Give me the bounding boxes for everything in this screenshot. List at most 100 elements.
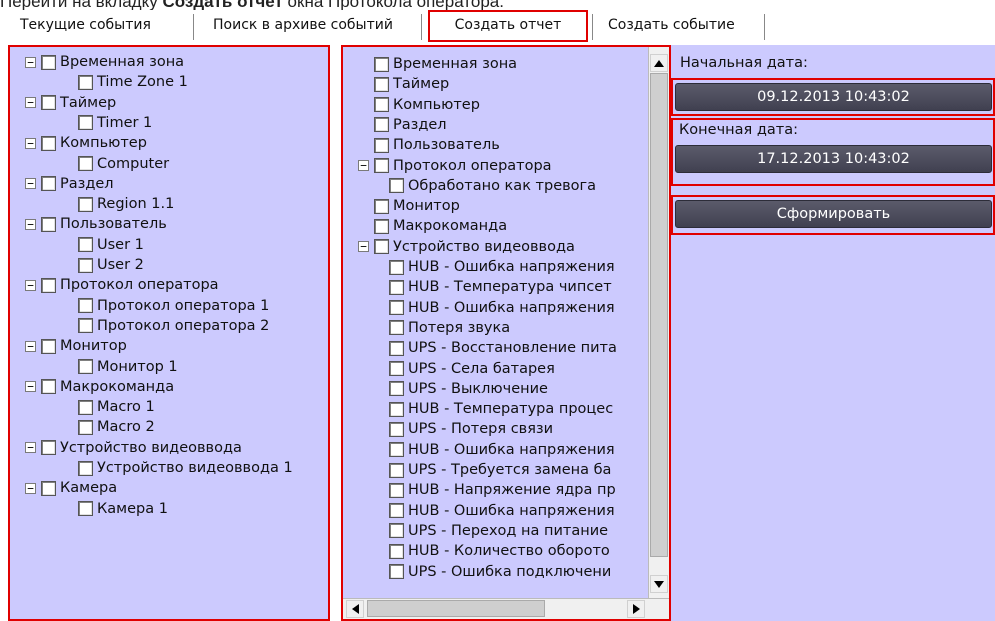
tab-create-report[interactable]: Создать отчет [428,10,588,42]
collapse-icon[interactable]: − [25,218,36,230]
tree-checkbox[interactable] [389,462,404,478]
tree-item[interactable]: Обработано как тревога [389,177,596,195]
tree-checkbox[interactable] [389,279,404,295]
tree-item[interactable]: HUB - Ошибка напряжения [389,258,615,276]
vertical-scrollbar[interactable] [648,47,669,598]
tree-item[interactable]: Раздел [358,116,447,134]
tree-checkbox[interactable] [41,480,56,496]
tree-item[interactable]: Потеря звука [389,319,510,337]
tree-checkbox[interactable] [389,442,404,458]
tree-checkbox[interactable] [78,115,93,131]
tree-item[interactable]: − Компьютер [25,134,147,152]
tree-item[interactable]: HUB - Ошибка напряжения [389,299,615,317]
tree-checkbox[interactable] [374,76,389,92]
tree-item[interactable]: HUB - Ошибка напряжения [389,502,615,520]
tree-checkbox[interactable] [374,56,389,72]
tree-checkbox[interactable] [41,216,56,232]
tree-item[interactable]: Macro 2 [78,418,155,436]
tree-checkbox[interactable] [78,460,93,476]
tree-item[interactable]: Устройство видеоввода 1 [78,459,293,477]
tree-checkbox[interactable] [41,379,56,395]
tree-checkbox[interactable] [41,176,56,192]
tree-item[interactable]: − Устройство видеоввода [25,439,242,457]
tree-item[interactable]: Time Zone 1 [78,73,188,91]
tree-checkbox[interactable] [389,381,404,397]
tree-checkbox[interactable] [41,135,56,151]
collapse-icon[interactable]: − [358,241,369,253]
tree-item[interactable]: − Таймер [25,94,116,112]
tree-item[interactable]: User 1 [78,236,144,254]
tree-item[interactable]: − Макрокоманда [25,378,174,396]
tree-checkbox[interactable] [78,237,93,253]
tree-checkbox[interactable] [78,318,93,334]
collapse-icon[interactable]: − [25,381,36,393]
tree-item[interactable]: Монитор 1 [78,358,178,376]
tree-checkbox[interactable] [389,300,404,316]
tree-item[interactable]: UPS - Ошибка подключени [389,563,611,581]
generate-button[interactable]: Сформировать [675,200,992,228]
tree-checkbox[interactable] [374,239,389,255]
tree-item[interactable]: Macro 1 [78,398,155,416]
tree-item[interactable]: − Устройство видеоввода [358,238,575,256]
horizontal-scrollbar[interactable] [343,598,669,619]
tree-checkbox[interactable] [78,298,93,314]
collapse-icon[interactable]: − [25,178,36,190]
tree-checkbox[interactable] [78,74,93,90]
collapse-icon[interactable]: − [25,279,36,291]
collapse-icon[interactable]: − [358,160,369,171]
tree-item[interactable]: − Пользователь [25,215,167,233]
tree-checkbox[interactable] [41,277,56,293]
tree-item[interactable]: − Протокол оператора [25,276,219,294]
tree-item[interactable]: Камера 1 [78,500,168,518]
tree-item[interactable]: Временная зона [358,55,517,73]
tree-item[interactable]: HUB - Температура чипсет [389,278,612,296]
tree-checkbox[interactable] [41,54,56,70]
tree-checkbox[interactable] [78,419,93,435]
tree-checkbox[interactable] [374,158,389,173]
tree-item[interactable]: UPS - Переход на питание [389,522,608,540]
tree-checkbox[interactable] [389,503,404,519]
tab-create-event[interactable]: Создать событие [598,12,745,40]
scroll-left-button[interactable] [346,600,364,618]
tree-item[interactable]: Макрокоманда [358,217,507,235]
tree-checkbox[interactable] [78,156,93,171]
tree-item[interactable]: HUB - Температура процес [389,400,613,418]
collapse-icon[interactable]: − [25,56,36,68]
tree-item[interactable]: Монитор [358,197,460,215]
tree-item[interactable]: UPS - Выключение [389,380,548,398]
collapse-icon[interactable]: − [25,482,36,494]
tab-archive-search[interactable]: Поиск в архиве событий [203,12,403,40]
tree-checkbox[interactable] [78,257,93,273]
tree-checkbox[interactable] [389,523,404,539]
tree-item[interactable]: Компьютер [358,96,480,114]
tree-item[interactable]: UPS - Восстановление пита [389,339,617,357]
tree-checkbox[interactable] [78,501,93,517]
tree-checkbox[interactable] [389,259,404,275]
tree-checkbox[interactable] [374,137,389,153]
tree-checkbox[interactable] [78,399,93,415]
tree-item[interactable]: − Монитор [25,337,127,355]
tree-item[interactable]: Timer 1 [78,114,152,132]
tree-item[interactable]: − Протокол оператора [358,157,552,175]
tree-item[interactable]: UPS - Требуется замена ба [389,461,611,479]
horizontal-scroll-thumb[interactable] [367,600,545,617]
tree-checkbox[interactable] [389,178,404,194]
tree-item[interactable]: Протокол оператора 2 [78,317,269,335]
tree-checkbox[interactable] [389,320,404,336]
tree-checkbox[interactable] [389,482,404,498]
tree-checkbox[interactable] [78,196,93,212]
collapse-icon[interactable]: − [25,442,36,454]
collapse-icon[interactable]: − [25,97,36,109]
tree-checkbox[interactable] [389,340,404,356]
tree-item[interactable]: UPS - Села батарея [389,360,555,378]
tree-item[interactable]: Таймер [358,75,449,93]
tree-item[interactable]: Region 1.1 [78,195,174,213]
scroll-down-button[interactable] [650,575,668,593]
tree-checkbox[interactable] [389,401,404,417]
tree-checkbox[interactable] [374,117,389,133]
tree-item[interactable]: − Временная зона [25,53,184,71]
tree-checkbox[interactable] [389,564,404,579]
scroll-right-button[interactable] [627,600,645,618]
collapse-icon[interactable]: − [25,137,36,149]
tree-item[interactable]: − Камера [25,479,117,497]
